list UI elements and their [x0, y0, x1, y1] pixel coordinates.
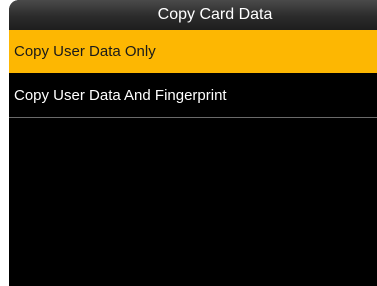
menu-item-label: Copy User Data Only [14, 43, 156, 60]
page-title: Copy Card Data [157, 6, 273, 23]
menu-item-copy-user-data-and-fingerprint[interactable]: Copy User Data And Fingerprint [9, 73, 377, 118]
title-bar: Copy Card Data [9, 0, 377, 30]
device-screen: Copy Card Data Copy User Data Only Copy … [9, 0, 377, 286]
menu-item-label: Copy User Data And Fingerprint [14, 86, 227, 104]
menu-item-copy-user-data-only[interactable]: Copy User Data Only [9, 30, 377, 73]
menu-list: Copy User Data Only Copy User Data And F… [9, 30, 377, 118]
